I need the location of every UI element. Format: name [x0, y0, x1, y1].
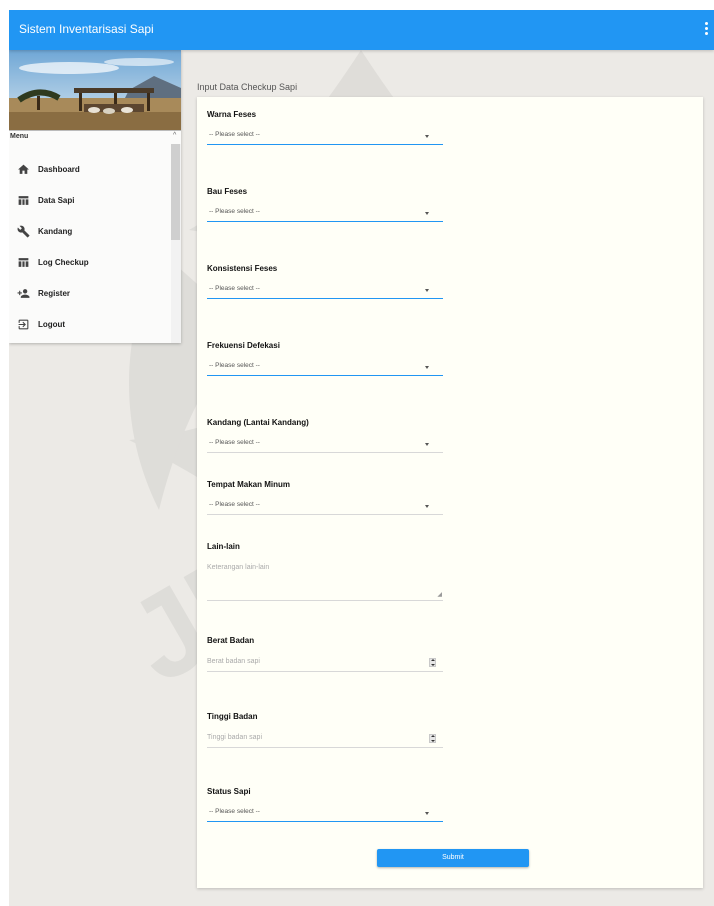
home-icon	[18, 164, 29, 174]
tinggi-badan-label: Tinggi Badan	[207, 712, 258, 721]
chevron-down-icon	[425, 366, 429, 369]
status-sapi-value: -- Please select --	[209, 808, 260, 815]
sidebar-item-logout[interactable]: Logout	[9, 313, 169, 337]
konsistensi-feses-select[interactable]: -- Please select --	[207, 281, 443, 299]
chevron-down-icon	[425, 505, 429, 508]
field-underline	[207, 144, 443, 145]
sidebar-item-label: Logout	[38, 320, 66, 329]
warna-feses-value: -- Please select --	[209, 131, 260, 138]
field-underline	[207, 452, 443, 453]
field-underline	[207, 600, 443, 601]
berat-badan-label: Berat Badan	[207, 636, 255, 645]
scroll-up-arrow-icon[interactable]: ^	[173, 132, 176, 139]
berat-badan-placeholder: Berat badan sapi	[207, 658, 260, 665]
drawer-header-image	[9, 50, 181, 130]
konsistensi-feses-value: -- Please select --	[209, 285, 260, 292]
menu-label: Menu	[10, 133, 29, 140]
bau-feses-label: Bau Feses	[207, 187, 248, 196]
field-underline	[207, 671, 443, 672]
sidebar-item-label: Data Sapi	[38, 196, 75, 205]
sidebar-item-label: Kandang	[38, 227, 73, 236]
tinggi-badan-input[interactable]: Tinggi badan sapi	[207, 730, 443, 748]
sidebar-item-dashboard[interactable]: Dashboard	[9, 158, 169, 182]
chevron-down-icon	[425, 443, 429, 446]
resize-handle-icon[interactable]: ◢	[437, 591, 442, 598]
number-spinner-icon[interactable]	[429, 734, 436, 743]
berat-badan-input[interactable]: Berat badan sapi	[207, 654, 443, 672]
chevron-down-icon	[425, 212, 429, 215]
drawer-scrollbar[interactable]	[171, 144, 181, 343]
checkup-form-card: Warna Feses -- Please select -- Bau Fese…	[197, 97, 703, 888]
table-icon	[18, 196, 29, 205]
app-bar: Sistem Inventarisasi Sapi	[9, 10, 714, 50]
status-sapi-label: Status Sapi	[207, 787, 251, 796]
chevron-down-icon	[425, 289, 429, 292]
tempat-makan-label: Tempat Makan Minum	[207, 480, 290, 489]
sidebar-item-label: Log Checkup	[38, 258, 89, 267]
kandang-label: Kandang (Lantai Kandang)	[207, 418, 309, 427]
sidebar-item-register[interactable]: Register	[9, 282, 169, 306]
warna-feses-label: Warna Feses	[207, 110, 257, 119]
frekuensi-defekasi-value: -- Please select --	[209, 362, 260, 369]
field-underline	[207, 375, 443, 376]
konsistensi-feses-label: Konsistensi Feses	[207, 264, 278, 273]
table-icon	[18, 258, 29, 267]
app-window: JEMBER Sistem Inventarisasi Sapi	[9, 10, 714, 906]
drawer-scroll-thumb[interactable]	[171, 144, 180, 240]
navigation-drawer: Menu ^ Dashboard Data Sapi Kandang Log C…	[9, 50, 181, 343]
sidebar-item-log-checkup[interactable]: Log Checkup	[9, 251, 169, 275]
bau-feses-value: -- Please select --	[209, 208, 260, 215]
lain-lain-label: Lain-lain	[207, 542, 240, 551]
tempat-makan-value: -- Please select --	[209, 501, 260, 508]
kandang-select[interactable]: -- Please select --	[207, 435, 443, 453]
more-vert-icon[interactable]	[702, 20, 710, 40]
wrench-icon	[17, 225, 30, 238]
warna-feses-select[interactable]: -- Please select --	[207, 127, 443, 145]
number-spinner-icon[interactable]	[429, 658, 436, 667]
app-title: Sistem Inventarisasi Sapi	[19, 22, 154, 36]
status-sapi-select[interactable]: -- Please select --	[207, 804, 443, 822]
page-title: Input Data Checkup Sapi	[197, 82, 298, 92]
kandang-value: -- Please select --	[209, 439, 260, 446]
lain-lain-textarea[interactable]: Keterangan lain-lain ◢	[207, 561, 443, 601]
submit-button[interactable]: Submit	[377, 849, 529, 867]
field-underline	[207, 514, 443, 515]
lain-lain-placeholder: Keterangan lain-lain	[207, 564, 270, 571]
sidebar-item-label: Register	[38, 289, 71, 298]
frekuensi-defekasi-select[interactable]: -- Please select --	[207, 358, 443, 376]
field-underline	[207, 298, 443, 299]
chevron-down-icon	[425, 135, 429, 138]
bau-feses-select[interactable]: -- Please select --	[207, 204, 443, 222]
sidebar-item-kandang[interactable]: Kandang	[9, 220, 169, 244]
sidebar-item-label: Dashboard	[38, 165, 80, 174]
tempat-makan-select[interactable]: -- Please select --	[207, 497, 443, 515]
sidebar-item-data-sapi[interactable]: Data Sapi	[9, 189, 169, 213]
field-underline	[207, 221, 443, 222]
menu-header: Menu ^	[9, 130, 181, 144]
frekuensi-defekasi-label: Frekuensi Defekasi	[207, 341, 280, 350]
logout-icon	[18, 319, 29, 330]
field-underline	[207, 821, 443, 822]
tinggi-badan-placeholder: Tinggi badan sapi	[207, 734, 263, 741]
person-add-icon	[17, 289, 30, 298]
chevron-down-icon	[425, 812, 429, 815]
field-underline	[207, 747, 443, 748]
